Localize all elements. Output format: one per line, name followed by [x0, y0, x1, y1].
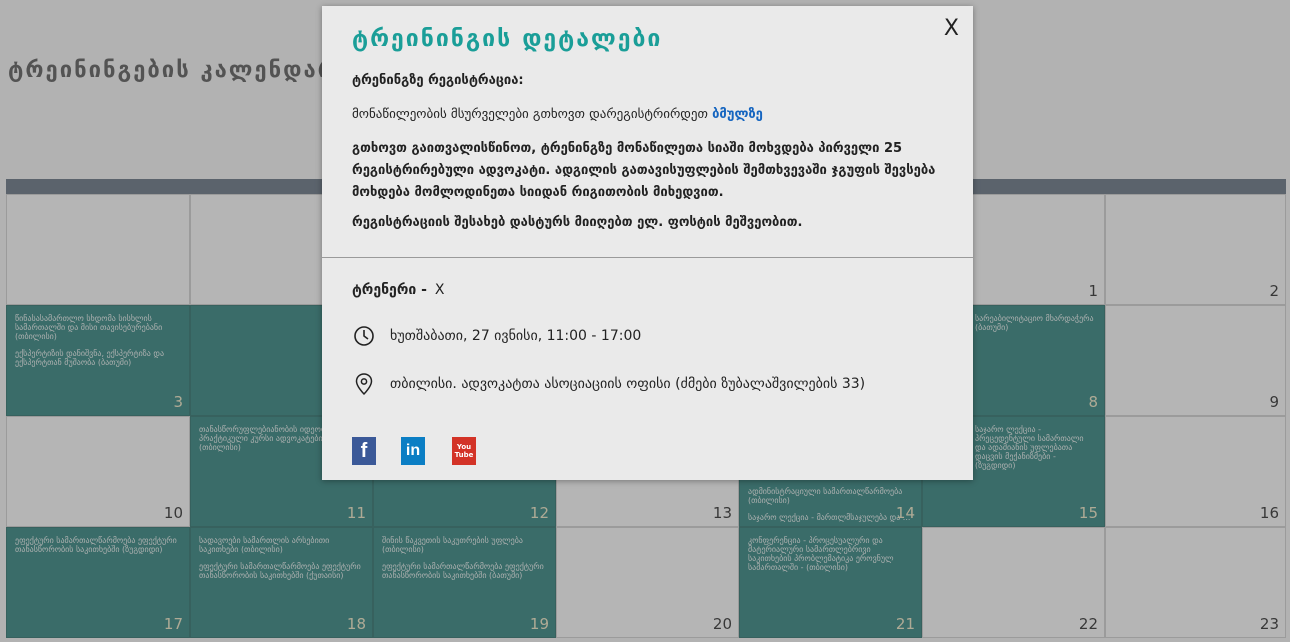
modal-title: ტრეინინგის დეტალები [352, 26, 663, 52]
facebook-icon[interactable]: f [352, 437, 376, 465]
registration-notice: გთხოვთ გაითვალისწინოთ, ტრენინგზე მონაწილ… [352, 141, 936, 200]
youtube-icon-top: You [456, 443, 472, 451]
registration-heading: ტრენინგზე რეგისტრაცია: [352, 73, 524, 88]
registration-text: მონაწილეობის მსურველები გთხოვთ დარეგისტრ… [352, 107, 708, 122]
datetime-row: ხუთშაბათი, 27 ივნისი, 11:00 - 17:00 [352, 324, 641, 348]
trainer-name: X [434, 282, 445, 298]
linkedin-icon[interactable]: in [401, 437, 425, 465]
location-row: თბილისი. ადვოკატთა ასოციაციის ოფისი (ძმე… [352, 372, 865, 396]
datetime-text: ხუთშაბათი, 27 ივნისი, 11:00 - 17:00 [390, 328, 642, 344]
trainer-row: ტრენერი - X [352, 282, 445, 298]
trainer-label: ტრენერი - [352, 282, 427, 298]
clock-icon [352, 324, 376, 348]
youtube-icon-bottom: Tube [454, 451, 474, 459]
youtube-icon[interactable]: You Tube [452, 437, 476, 465]
location-pin-icon [352, 372, 376, 396]
confirmation-text: რეგისტრაციის შესახებ დასტურს მიიღებთ ელ.… [352, 215, 803, 230]
close-button[interactable]: X [944, 16, 959, 41]
location-text: თბილისი. ადვოკატთა ასოციაციის ოფისი (ძმე… [390, 376, 866, 392]
registration-link[interactable]: ბმულზე [712, 107, 763, 122]
training-details-modal: ტრეინინგის დეტალები X ტრენინგზე რეგისტრა… [322, 6, 973, 480]
registration-line: მონაწილეობის მსურველები გთხოვთ დარეგისტრ… [352, 104, 947, 126]
divider [322, 257, 973, 258]
